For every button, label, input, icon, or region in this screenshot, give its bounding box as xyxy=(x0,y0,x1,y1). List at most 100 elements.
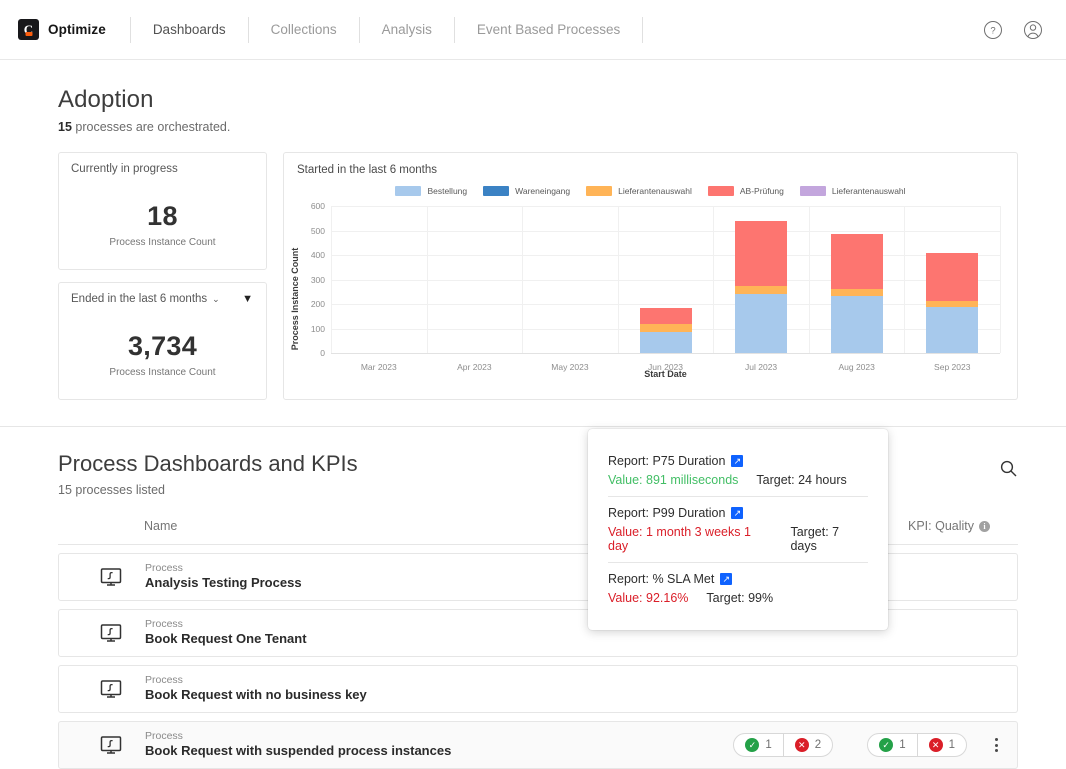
legend-item-3[interactable]: AB-Prüfung xyxy=(707,186,784,196)
legend-label: Lieferantenauswahl xyxy=(618,186,692,196)
card-header-label: Currently in progress xyxy=(71,163,178,175)
process-monitor-icon xyxy=(99,733,123,757)
chart-bar-segment[interactable] xyxy=(735,294,788,353)
status-ok-icon: ✓ xyxy=(745,738,760,752)
tooltip-target: Target: 99% xyxy=(706,591,774,605)
y-axis-tick: 200 xyxy=(310,299,325,309)
kpi-quality-badge-bad[interactable]: ✕ 1 xyxy=(916,734,966,756)
process-text: Process Analysis Testing Process xyxy=(145,562,302,592)
process-monitor-icon xyxy=(99,621,123,645)
open-report-link-icon[interactable] xyxy=(731,455,744,467)
nav-item-event-based-processes[interactable]: Event Based Processes xyxy=(455,16,644,43)
chart-bar-segment[interactable] xyxy=(639,324,692,333)
legend-label: Lieferantenauswahl xyxy=(831,186,906,196)
adoption-subtitle-rest: processes are orchestrated. xyxy=(71,120,231,134)
chart-bar-segment[interactable] xyxy=(926,253,979,301)
legend-label: Bestellung xyxy=(427,186,468,196)
y-axis-tick: 500 xyxy=(310,225,325,236)
table-row[interactable]: Process Book Request with suspended proce… xyxy=(58,721,1018,769)
adoption-subtitle: 15 processes are orchestrated. xyxy=(58,120,1018,134)
column-header-name: Name xyxy=(144,519,178,533)
chart-bar-segment[interactable] xyxy=(735,220,788,286)
started-last-6-months-chart-card: Started in the last 6 months Bestellung W… xyxy=(283,152,1018,400)
nav-item-analysis[interactable]: Analysis xyxy=(360,16,455,43)
tooltip-value: Value: 92.16% xyxy=(608,591,689,605)
card-body: 18 Process Instance Count xyxy=(71,201,254,248)
legend-item-0[interactable]: Bestellung xyxy=(395,186,467,196)
kpi-cards-column: Currently in progress 18 Process Instanc… xyxy=(58,152,267,400)
kpi-time-badge-bad[interactable]: ✕ 2 xyxy=(782,734,832,756)
open-report-link-icon[interactable] xyxy=(731,507,744,519)
user-avatar-icon[interactable] xyxy=(1022,19,1044,41)
legend-label: AB-Prüfung xyxy=(739,186,784,196)
chart-bar-slot: Jul 2023 xyxy=(713,206,809,372)
logo-accent-bar xyxy=(25,32,32,36)
nav-items: Dashboards Collections Analysis Event Ba… xyxy=(131,0,644,59)
chart-bar-slot: May 2023 xyxy=(522,206,618,372)
tooltip-group-2: Report: % SLA Met Value: 92.16% Target: 99… xyxy=(608,562,868,614)
open-report-link-icon[interactable] xyxy=(720,573,733,585)
chart-bar-segment[interactable] xyxy=(926,307,979,353)
chart-bar-segment[interactable] xyxy=(926,300,979,308)
legend-item-1[interactable]: Wareneingang xyxy=(483,186,570,196)
tooltip-target: Target: 7 days xyxy=(790,525,840,553)
tooltip-values: Value: 1 month 3 weeks 1 day Target: 7 da… xyxy=(608,525,868,553)
process-name[interactable]: Book Request with no business key xyxy=(145,687,367,704)
status-error-icon: ✕ xyxy=(794,738,809,752)
kpi-time-badge[interactable]: ✓ 1 ✕ 2 xyxy=(733,733,834,757)
help-icon[interactable]: ? xyxy=(982,19,1004,41)
process-name[interactable]: Book Request One Tenant xyxy=(145,631,307,648)
brand[interactable]: C Optimize xyxy=(0,19,106,40)
chart-bar[interactable] xyxy=(639,308,692,353)
legend-swatch xyxy=(483,186,510,196)
nav-item-dashboards[interactable]: Dashboards xyxy=(131,16,249,43)
chevron-down-icon[interactable]: ⌄ xyxy=(212,294,220,305)
chart-bar[interactable] xyxy=(830,233,883,353)
tooltip-values: Value: 92.16% Target: 99% xyxy=(608,591,868,605)
y-axis-tick: 400 xyxy=(310,250,325,260)
chart-bar-segment[interactable] xyxy=(830,233,883,289)
chart-bar-segment[interactable] xyxy=(639,308,692,325)
process-dashboards-title-block: Process Dashboards and KPIs 15 processes… xyxy=(58,451,358,497)
kpi-quality-badge[interactable]: ✓ 1 ✕ 1 xyxy=(867,733,967,757)
tooltip-report-label: Report: P99 Duration xyxy=(608,506,868,520)
legend-swatch xyxy=(586,186,613,196)
legend-item-2[interactable]: Lieferantenauswahl xyxy=(586,186,692,196)
kpi-quality-badge-ok-count: 1 xyxy=(899,739,906,751)
filter-icon[interactable]: ▼ xyxy=(242,293,253,305)
info-icon[interactable]: i xyxy=(979,520,990,532)
tooltip-group-0: Report: P75 Duration Value: 891 milliseco… xyxy=(608,445,868,496)
column-header-kpi-quality-label: KPI: Quality xyxy=(908,519,974,533)
chart-bar-segment[interactable] xyxy=(735,285,788,295)
tooltip-target: Target: 24 hours xyxy=(756,473,847,487)
chart-bar[interactable] xyxy=(735,220,788,353)
adoption-section: Adoption 15 processes are orchestrated. … xyxy=(0,60,1066,400)
top-navigation-bar: C Optimize Dashboards Collections Analys… xyxy=(0,0,1066,60)
chart-bar[interactable] xyxy=(926,253,979,353)
legend-item-4[interactable]: Lieferantenauswahl xyxy=(799,186,906,196)
chart-bar-slot: Mar 2023 xyxy=(331,206,427,372)
column-header-kpi-quality: KPI: Quality i xyxy=(908,519,1018,533)
chart-bar-segment[interactable] xyxy=(639,332,692,353)
chart-vertical-line xyxy=(1000,206,1001,353)
chart-bar-segment[interactable] xyxy=(830,296,883,353)
tooltip-values: Value: 891 milliseconds Target: 24 hours xyxy=(608,473,868,487)
search-icon[interactable] xyxy=(999,459,1018,483)
tooltip-report-label: Report: P75 Duration xyxy=(608,454,868,468)
table-row[interactable]: Process Book Request with no business key xyxy=(58,665,1018,713)
chart-plot: 600 500 400 300 200 100 0 Mar 2023 Apr 2023 May … xyxy=(311,201,1001,372)
chart-bar-segment[interactable] xyxy=(830,288,883,297)
nav-item-collections[interactable]: Collections xyxy=(249,16,360,43)
card-header-ended-last-6-months[interactable]: Ended in the last 6 months ⌄ xyxy=(71,293,254,305)
process-kind: Process xyxy=(145,729,183,742)
kpi-time-badge-ok[interactable]: ✓ 1 xyxy=(734,734,782,756)
process-name[interactable]: Analysis Testing Process xyxy=(145,575,302,592)
process-name[interactable]: Book Request with suspended process inst… xyxy=(145,743,451,760)
kpi-quality-badge-ok[interactable]: ✓ 1 xyxy=(868,734,916,756)
legend-swatch xyxy=(707,186,734,196)
row-overflow-menu-button[interactable] xyxy=(989,738,1003,752)
gridline: 0 xyxy=(320,348,1000,358)
legend-swatch xyxy=(395,186,422,196)
adoption-process-count: 15 xyxy=(58,120,72,134)
chart-bar-slot: Jun 2023 xyxy=(618,206,714,372)
